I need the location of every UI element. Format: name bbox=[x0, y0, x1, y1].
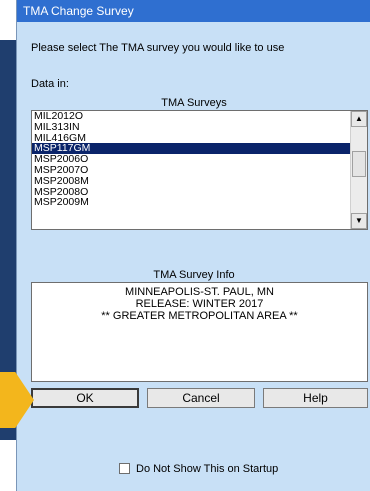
list-item[interactable]: MIL313IN bbox=[32, 122, 350, 133]
list-item[interactable]: MSP2007O bbox=[32, 165, 350, 176]
startup-option[interactable]: Do Not Show This on Startup bbox=[119, 463, 278, 475]
scroll-up-button[interactable]: ▲ bbox=[351, 111, 367, 127]
list-item[interactable]: MSP2008M bbox=[32, 176, 350, 187]
instruction-text: Please select The TMA survey you would l… bbox=[31, 42, 285, 54]
help-button[interactable]: Help bbox=[263, 388, 368, 408]
data-in-label: Data in: bbox=[31, 78, 69, 90]
list-item[interactable]: MIL2012O bbox=[32, 111, 350, 122]
survey-listbox[interactable]: MIL2012O MIL313IN MIL416GM MSP117GM MSP2… bbox=[31, 110, 368, 230]
arrow-up-icon: ▲ bbox=[355, 114, 363, 123]
survey-info-market: MINNEAPOLIS-ST. PAUL, MN bbox=[125, 286, 274, 298]
ok-button[interactable]: OK bbox=[31, 388, 139, 408]
startup-checkbox-label: Do Not Show This on Startup bbox=[136, 463, 279, 475]
title-bar[interactable]: TMA Change Survey bbox=[17, 0, 370, 22]
startup-checkbox[interactable] bbox=[119, 463, 130, 474]
survey-info-area: ** GREATER METROPOLITAN AREA ** bbox=[101, 310, 298, 322]
survey-info-release: RELEASE: WINTER 2017 bbox=[135, 298, 264, 310]
tma-surveys-title: TMA Surveys bbox=[161, 97, 227, 109]
scroll-thumb[interactable] bbox=[352, 151, 366, 177]
arrow-down-icon: ▼ bbox=[355, 216, 363, 225]
list-item[interactable]: MIL416GM bbox=[32, 133, 350, 144]
cancel-button[interactable]: Cancel bbox=[147, 388, 255, 408]
scroll-down-button[interactable]: ▼ bbox=[351, 213, 367, 229]
survey-list-scrollbar[interactable]: ▲ ▼ bbox=[350, 111, 367, 229]
list-item[interactable]: MSP2009M bbox=[32, 197, 350, 208]
list-item-selected[interactable]: MSP117GM bbox=[32, 143, 350, 155]
list-item[interactable]: MSP2006O bbox=[32, 154, 350, 165]
tma-change-survey-dialog: TMA Change Survey Please select The TMA … bbox=[16, 0, 370, 491]
survey-info-title: TMA Survey Info bbox=[153, 269, 235, 281]
list-item[interactable]: MSP2008O bbox=[32, 187, 350, 198]
window-title: TMA Change Survey bbox=[23, 4, 134, 18]
survey-list: MIL2012O MIL313IN MIL416GM MSP117GM MSP2… bbox=[32, 111, 350, 208]
survey-info-box: MINNEAPOLIS-ST. PAUL, MN RELEASE: WINTER… bbox=[31, 282, 368, 382]
